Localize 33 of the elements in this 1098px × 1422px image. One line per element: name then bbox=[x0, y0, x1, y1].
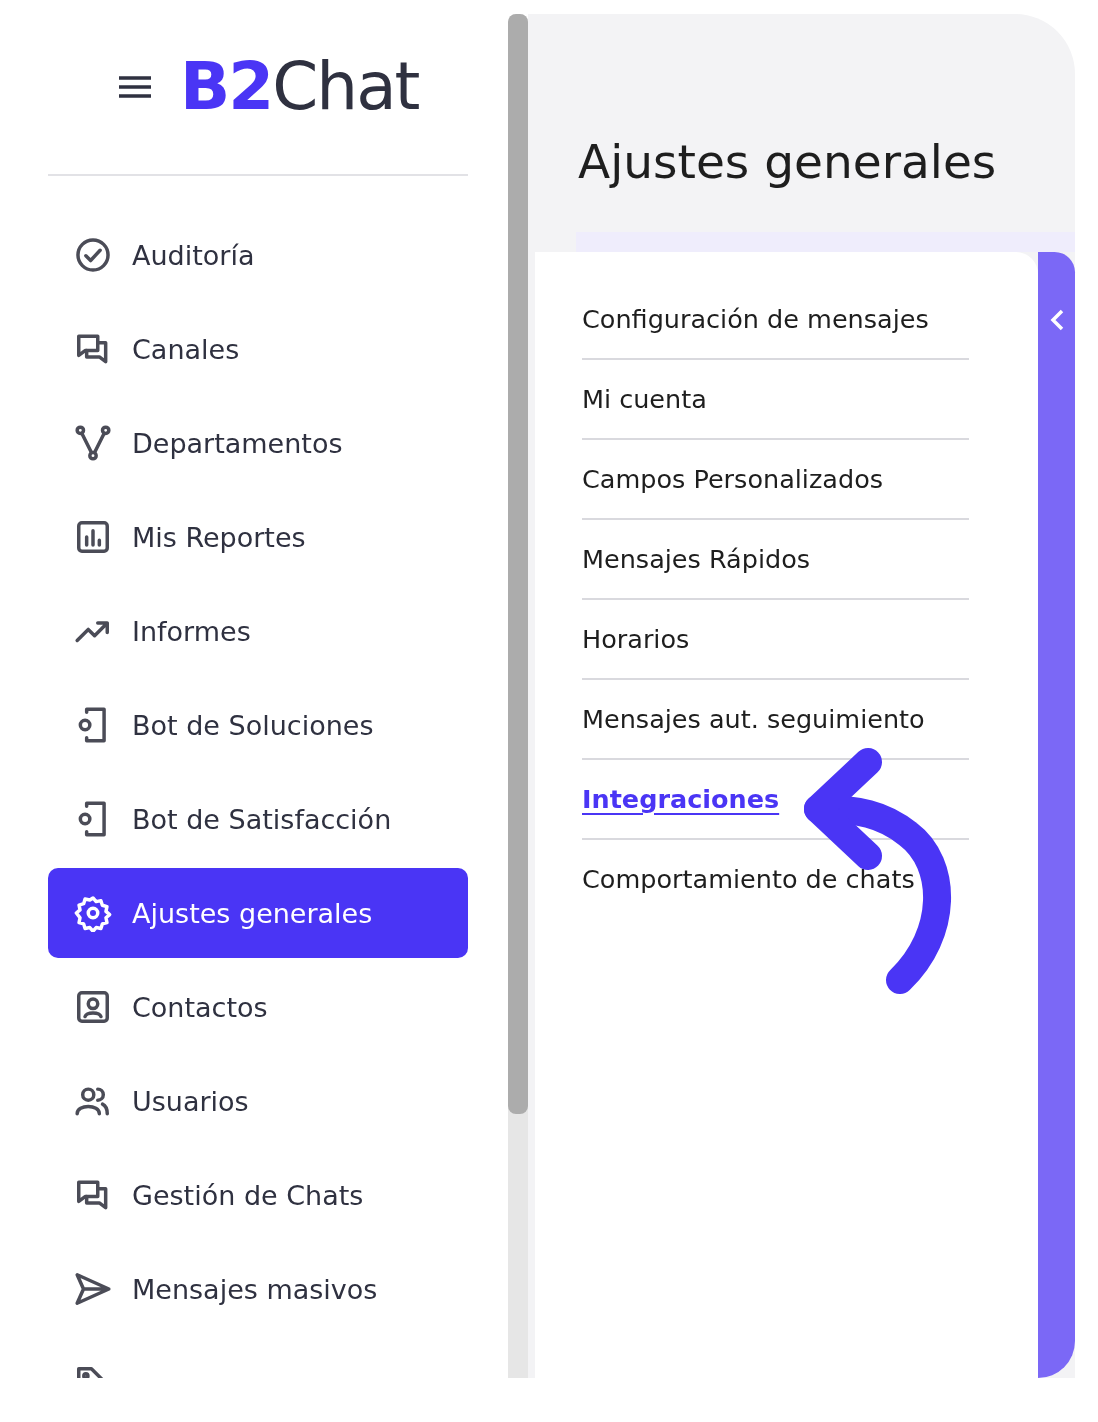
sidebar-item[interactable]: Canales bbox=[48, 304, 468, 394]
sidebar-item[interactable]: Bot de Satisfacción bbox=[48, 774, 468, 864]
settings-menu-item[interactable]: Comportamiento de chats bbox=[582, 840, 969, 918]
sidebar-item[interactable]: Mensajes masivos bbox=[48, 1244, 468, 1334]
collapse-button[interactable] bbox=[1038, 252, 1075, 1378]
logo: B2Chat bbox=[180, 54, 419, 120]
sidebar-item[interactable]: Bot de Soluciones bbox=[48, 680, 468, 770]
sidebar-item[interactable]: Auditoría bbox=[48, 210, 468, 300]
bar-chart-icon bbox=[74, 518, 112, 556]
sidebar-item[interactable]: Gestión de Chats bbox=[48, 1150, 468, 1240]
scrollbar-thumb[interactable] bbox=[508, 14, 528, 1114]
branches-icon bbox=[74, 424, 112, 462]
contact-card-icon bbox=[74, 988, 112, 1026]
sidebar-item[interactable]: Mis Reportes bbox=[48, 492, 468, 582]
settings-menu-item[interactable]: Integraciones bbox=[582, 760, 969, 840]
settings-menu-item[interactable]: Configuración de mensajes bbox=[582, 280, 969, 360]
sidebar-item[interactable]: Usuarios bbox=[48, 1056, 468, 1146]
sidebar-item[interactable]: Departamentos bbox=[48, 398, 468, 488]
send-icon bbox=[74, 1270, 112, 1308]
settings-menu-item[interactable]: Mensajes aut. seguimiento bbox=[582, 680, 969, 760]
menu-icon[interactable] bbox=[118, 75, 152, 99]
scrollbar-track[interactable] bbox=[508, 14, 528, 1378]
sidebar-item[interactable]: Contactos bbox=[48, 962, 468, 1052]
settings-menu-item[interactable]: Mensajes Rápidos bbox=[582, 520, 969, 600]
check-circle-icon bbox=[74, 236, 112, 274]
settings-menu-item[interactable]: Horarios bbox=[582, 600, 969, 680]
settings-icon bbox=[74, 894, 112, 932]
settings-menu-item[interactable]: Campos Personalizados bbox=[582, 440, 969, 520]
sidebar-item[interactable]: Informes bbox=[48, 586, 468, 676]
page-title: Ajustes generales bbox=[577, 133, 998, 191]
settings-menu-item[interactable]: Mi cuenta bbox=[582, 360, 969, 440]
sidebar-item[interactable]: Ajustes generales bbox=[48, 868, 468, 958]
chevron-left-icon bbox=[1048, 308, 1065, 332]
